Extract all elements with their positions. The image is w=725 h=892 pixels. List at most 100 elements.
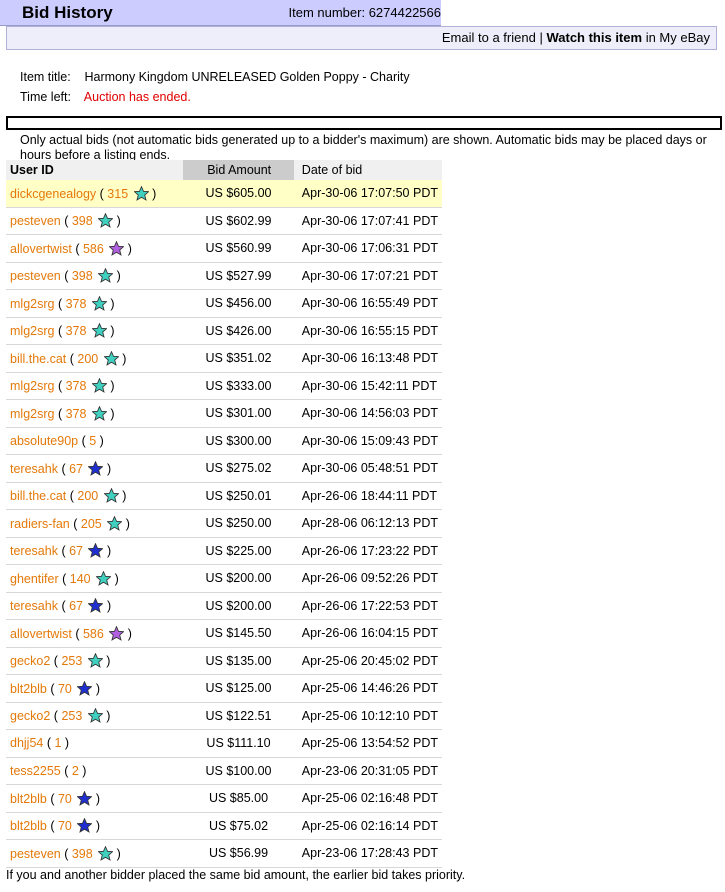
header-date-of-bid[interactable]: Date of bid <box>293 160 442 180</box>
bidder-link[interactable]: absolute90p <box>10 434 78 448</box>
blue-star-icon[interactable] <box>88 598 104 614</box>
turquoise-star-icon[interactable] <box>133 185 149 201</box>
purple-star-icon[interactable] <box>109 625 125 641</box>
table-row: teresahk ( 67 ) US $275.02 Apr-30-06 05:48… <box>6 454 442 483</box>
turquoise-star-icon[interactable] <box>96 570 112 586</box>
cell-user: mlg2srg ( 378 ) <box>6 372 184 400</box>
turquoise-star-icon[interactable] <box>107 515 123 531</box>
feedback-score-link[interactable]: 398 <box>72 214 93 228</box>
cell-user: pesteven ( 398 ) <box>6 262 184 290</box>
bidder-link[interactable]: radiers-fan <box>10 517 70 531</box>
bidder-link[interactable]: blt2blb <box>10 819 47 833</box>
feedback-score-link[interactable]: 253 <box>61 654 82 668</box>
purple-star-icon[interactable] <box>109 240 125 256</box>
bidder-link[interactable]: gecko2 <box>10 654 50 668</box>
feedback-score-link[interactable]: 70 <box>58 819 72 833</box>
bidder-link[interactable]: gecko2 <box>10 709 50 723</box>
watch-item-link[interactable]: Watch this item <box>546 30 642 45</box>
email-friend-link[interactable]: Email to a friend <box>442 30 536 45</box>
cell-bid-date: Apr-25-06 13:54:52 PDT <box>293 729 442 758</box>
turquoise-star-icon[interactable] <box>98 845 114 861</box>
feedback-score-link[interactable]: 200 <box>77 489 98 503</box>
feedback-score-link[interactable]: 67 <box>69 462 83 476</box>
feedback-score-link[interactable]: 2 <box>72 764 79 778</box>
feedback-score-link[interactable]: 398 <box>72 847 93 861</box>
paren-open: ( <box>64 269 72 284</box>
paren-close: ) <box>96 433 104 448</box>
blue-star-icon[interactable] <box>88 460 104 476</box>
feedback-score-link[interactable]: 205 <box>81 517 102 531</box>
cell-user: teresahk ( 67 ) <box>6 454 184 483</box>
turquoise-star-icon[interactable] <box>103 488 119 504</box>
bidder-link[interactable]: pesteven <box>10 269 61 283</box>
table-row: bill.the.cat ( 200 ) US $351.02 Apr-30-06 … <box>6 344 442 373</box>
feedback-score-link[interactable]: 67 <box>69 544 83 558</box>
header-user-id[interactable]: User ID <box>6 160 184 180</box>
table-row: gecko2 ( 253 ) US $122.51 Apr-25-06 10:12:… <box>6 702 442 730</box>
cell-user: teresahk ( 67 ) <box>6 537 184 565</box>
bidder-link[interactable]: allovertwist <box>10 242 72 256</box>
turquoise-star-icon[interactable] <box>87 708 103 724</box>
feedback-score-link[interactable]: 398 <box>72 269 93 283</box>
bidder-link[interactable]: dhjj54 <box>10 736 43 750</box>
cell-user: allovertwist ( 586 ) <box>6 234 184 263</box>
feedback-score-link[interactable]: 586 <box>83 627 104 641</box>
bidder-link[interactable]: dickcgenealogy <box>10 187 96 201</box>
bidder-link[interactable]: bill.the.cat <box>10 489 66 503</box>
bidder-link[interactable]: mlg2srg <box>10 297 54 311</box>
bidder-link[interactable]: mlg2srg <box>10 379 54 393</box>
blue-star-icon[interactable] <box>77 790 93 806</box>
turquoise-star-icon[interactable] <box>98 213 114 229</box>
cell-bid-date: Apr-30-06 17:07:41 PDT <box>293 207 442 235</box>
bidder-link[interactable]: blt2blb <box>10 792 47 806</box>
feedback-score-link[interactable]: 378 <box>66 407 87 421</box>
bidder-link[interactable]: teresahk <box>10 544 58 558</box>
feedback-score-link[interactable]: 253 <box>61 709 82 723</box>
time-left-row: Time left: Auction has ended. <box>20 90 191 104</box>
cell-user: pesteven ( 398 ) <box>6 207 184 235</box>
turquoise-star-icon[interactable] <box>91 378 107 394</box>
feedback-score-link[interactable]: 70 <box>58 682 72 696</box>
bidder-link[interactable]: bill.the.cat <box>10 352 66 366</box>
feedback-score-link[interactable]: 70 <box>58 792 72 806</box>
bidder-link[interactable]: mlg2srg <box>10 407 54 421</box>
bidder-link[interactable]: teresahk <box>10 599 58 613</box>
turquoise-star-icon[interactable] <box>87 653 103 669</box>
bidder-link[interactable]: pesteven <box>10 847 61 861</box>
feedback-score-link[interactable]: 140 <box>70 572 91 586</box>
turquoise-star-icon[interactable] <box>103 350 119 366</box>
in-my-ebay-label: in My eBay <box>645 30 710 45</box>
feedback-score-link[interactable]: 200 <box>77 352 98 366</box>
paren-close: ) <box>113 269 121 284</box>
bidder-link[interactable]: mlg2srg <box>10 324 54 338</box>
cell-bid-date: Apr-25-06 14:46:26 PDT <box>293 674 442 703</box>
bidder-link[interactable]: tess2255 <box>10 764 61 778</box>
blue-star-icon[interactable] <box>77 818 93 834</box>
header-bid-amount[interactable]: Bid Amount <box>183 160 294 180</box>
turquoise-star-icon[interactable] <box>91 295 107 311</box>
table-row: mlg2srg ( 378 ) US $301.00 Apr-30-06 14:56… <box>6 399 442 428</box>
bidder-link[interactable]: allovertwist <box>10 627 72 641</box>
blue-star-icon[interactable] <box>88 543 104 559</box>
paren-close: ) <box>113 214 121 229</box>
cell-bid-amount: US $145.50 <box>183 619 294 648</box>
feedback-score-link[interactable]: 378 <box>66 324 87 338</box>
bidder-link[interactable]: blt2blb <box>10 682 47 696</box>
turquoise-star-icon[interactable] <box>98 268 114 284</box>
cell-bid-date: Apr-30-06 15:09:43 PDT <box>293 427 442 455</box>
cell-bid-amount: US $200.00 <box>183 592 294 620</box>
bidder-link[interactable]: ghentifer <box>10 572 59 586</box>
feedback-score-link[interactable]: 586 <box>83 242 104 256</box>
turquoise-star-icon[interactable] <box>91 405 107 421</box>
bidder-link[interactable]: teresahk <box>10 462 58 476</box>
paren-open: ( <box>57 296 66 311</box>
blue-star-icon[interactable] <box>77 680 93 696</box>
feedback-score-link[interactable]: 67 <box>69 599 83 613</box>
feedback-score-link[interactable]: 378 <box>66 297 87 311</box>
bidder-link[interactable]: pesteven <box>10 214 61 228</box>
feedback-score-link[interactable]: 378 <box>66 379 87 393</box>
turquoise-star-icon[interactable] <box>91 323 107 339</box>
feedback-score-link[interactable]: 315 <box>107 187 128 201</box>
table-row: bill.the.cat ( 200 ) US $250.01 Apr-26-06 … <box>6 482 442 510</box>
cell-bid-date: Apr-30-06 16:55:49 PDT <box>293 289 442 318</box>
